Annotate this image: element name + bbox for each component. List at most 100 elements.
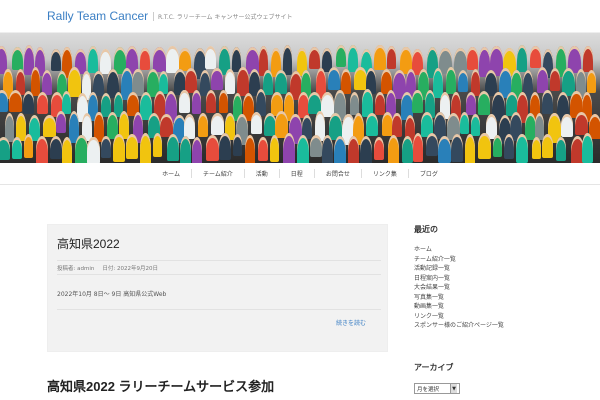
post-meta: 投稿者: admin 日付: 2022年9月20日 — [57, 260, 381, 275]
photo-person — [466, 47, 478, 70]
photo-person — [191, 136, 202, 163]
photo-person — [283, 133, 296, 163]
photo-person — [206, 89, 217, 113]
post-card: 高知県2022 投稿者: admin 日付: 2022年9月20日 2022年1… — [47, 224, 388, 352]
photo-person — [36, 91, 48, 115]
nav-item-activity[interactable]: 活動 — [245, 169, 280, 178]
post-date[interactable]: 日付: 2022年9月20日 — [102, 264, 158, 272]
photo-person — [470, 114, 480, 137]
nav-item-team[interactable]: チーム紹介 — [192, 169, 245, 178]
photo-person — [197, 113, 209, 137]
read-more-link[interactable]: 続きを読む — [336, 318, 366, 327]
photo-person — [264, 112, 276, 137]
post-divider — [57, 309, 381, 310]
photo-person — [23, 134, 34, 159]
photo-person — [321, 134, 333, 163]
photo-person — [43, 114, 57, 138]
photo-person — [126, 134, 139, 160]
photo-person — [218, 90, 229, 114]
widget-title-archive: アーカイブ — [414, 363, 454, 372]
nav-item-home[interactable]: ホーム — [151, 169, 192, 178]
photo-person — [204, 46, 217, 69]
photo-person — [335, 45, 346, 68]
post2-title[interactable]: 高知県2022 ラリーチームサービス参加 — [47, 376, 274, 395]
photo-person — [258, 136, 268, 161]
site-title-link[interactable]: Rally Team Cancer — [47, 9, 148, 23]
photo-person — [347, 135, 360, 163]
photo-person — [35, 136, 48, 163]
photo-person — [542, 90, 553, 114]
post-author[interactable]: 投稿者: admin — [57, 264, 94, 272]
photo-person — [492, 135, 503, 158]
header-banner-image — [0, 33, 600, 163]
photo-person — [22, 90, 35, 115]
photo-person — [536, 67, 549, 93]
recent-item[interactable]: スポンサー様のご紹介ページ一覧 — [414, 321, 564, 331]
recent-item[interactable]: チーム紹介一覧 — [414, 255, 564, 265]
recent-item[interactable]: リンク一覧 — [414, 312, 564, 322]
photo-person — [516, 45, 527, 73]
photo-person — [275, 70, 288, 95]
photo-person — [530, 45, 542, 69]
photo-person — [531, 136, 541, 160]
photo-person — [459, 111, 469, 135]
photo-person — [308, 46, 320, 70]
photo-person — [373, 136, 384, 161]
photo-person — [412, 89, 423, 113]
photo-person — [166, 46, 179, 73]
photo-person — [582, 46, 593, 73]
photo-person — [180, 136, 192, 163]
photo-person — [11, 136, 23, 159]
post-title[interactable]: 高知県2022 — [57, 235, 120, 252]
archive-select[interactable]: 月を選択 ▼ — [414, 383, 460, 394]
recent-item[interactable]: 活動記録一覧 — [414, 264, 564, 274]
nav-item-contact[interactable]: お問合せ — [315, 169, 362, 178]
photo-person — [327, 67, 340, 90]
recent-item[interactable]: 動画集一覧 — [414, 302, 564, 312]
photo-person — [179, 90, 190, 114]
photo-person — [504, 134, 515, 159]
sidebar-widget-recent: 最近の ホーム チーム紹介一覧 活動記録一覧 日程案内一覧 大会結果一覧 写真集… — [414, 224, 564, 331]
sidebar-widget-archive: アーカイブ 月を選択 ▼ — [414, 362, 460, 394]
photo-person — [237, 67, 249, 96]
photo-person — [218, 133, 231, 161]
photo-person — [464, 134, 475, 163]
photo-person — [465, 91, 477, 115]
photo-person — [93, 70, 104, 96]
recent-item[interactable]: 大会結果一覧 — [414, 283, 564, 293]
photo-person — [446, 67, 456, 94]
nav-item-schedule[interactable]: 日程 — [280, 169, 315, 178]
recent-item[interactable]: 写真集一覧 — [414, 293, 564, 303]
photo-person — [250, 111, 263, 134]
photo-person — [75, 135, 88, 163]
photo-person — [349, 92, 360, 116]
site-header: Rally Team Cancer R.T.C. ラリーチーム キャンサー公式ウ… — [0, 0, 600, 33]
photo-person — [211, 113, 225, 136]
recent-item[interactable]: 日程案内一覧 — [414, 274, 564, 284]
photo-person — [87, 45, 98, 74]
nav-item-links[interactable]: リンク集 — [362, 169, 409, 178]
photo-person — [0, 89, 8, 112]
photo-person — [561, 114, 573, 138]
photo-person — [574, 111, 588, 136]
main-navigation: ホーム チーム紹介 活動 日程 お問合せ リンク集 ブログ — [0, 163, 600, 185]
photo-person — [270, 135, 280, 163]
recent-item[interactable]: ホーム — [414, 245, 564, 255]
photo-person — [581, 133, 593, 163]
nav-item-blog[interactable]: ブログ — [409, 169, 449, 178]
photo-person — [244, 134, 255, 163]
photo-person — [263, 69, 273, 95]
photo-person — [366, 113, 378, 137]
photo-person — [374, 45, 386, 70]
photo-person — [232, 133, 243, 157]
photo-person — [184, 114, 196, 139]
photo-person — [50, 136, 63, 160]
archive-select-value: 月を選択 — [417, 386, 440, 393]
photo-person — [296, 134, 309, 163]
photo-person — [542, 133, 554, 158]
photo-person — [412, 133, 423, 162]
photo-person — [354, 67, 367, 91]
photo-person — [549, 67, 561, 91]
photo-person — [191, 90, 202, 114]
photo-person — [387, 135, 400, 163]
